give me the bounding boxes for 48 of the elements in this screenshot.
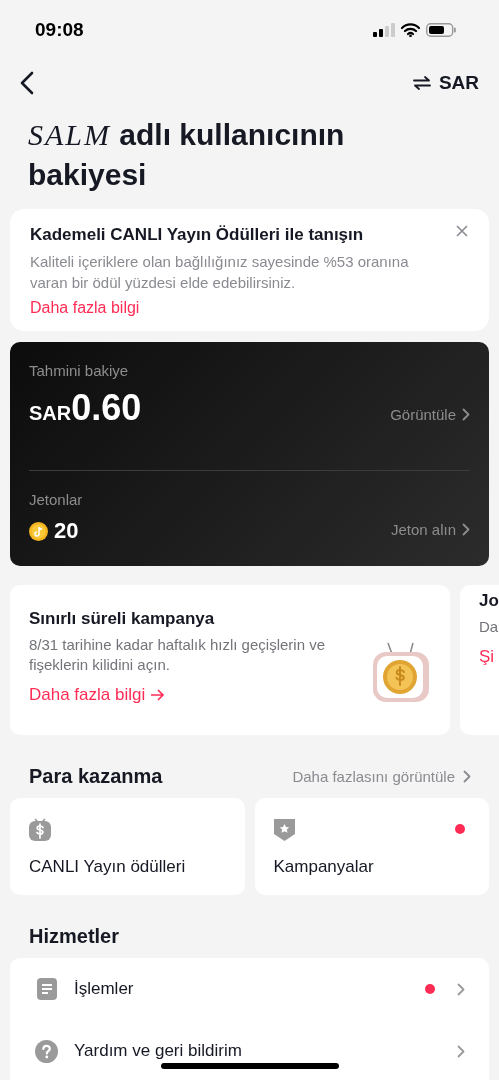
chevron-right-icon — [462, 408, 470, 421]
chevron-right-icon — [462, 523, 470, 536]
banner-text: Kaliteli içeriklere olan bağlılığınız sayesinde %53 oranına varan bir ödül yüzdesi elde edebilirsiniz. — [30, 252, 410, 293]
feature-tile[interactable]: Kampanyalar — [254, 798, 489, 895]
service-row[interactable]: Yardım ve geri bildirim — [10, 1020, 489, 1080]
banner-title: Kademeli CANLI Yayın Ödülleri ile tanışın — [30, 225, 365, 245]
status-time: 09:08 — [35, 19, 84, 41]
promo-card[interactable]: Jo Da Şi — [460, 585, 499, 735]
tile-label: Kampanyalar — [273, 857, 374, 877]
promo-card[interactable]: Sınırlı süreli kampanya 8/31 tarihine kadar haftalık hızlı geçişlerin ve fişeklerin kilidini açın. Daha fazla bilgi — [10, 585, 450, 735]
page-title: SALM adlı kullanıcının bakiyesi — [28, 117, 346, 193]
learn-more-link[interactable]: Daha fazla bilgi — [30, 299, 140, 317]
signal-icon — [373, 23, 395, 37]
tile-label: CANLI Yayın ödülleri — [29, 857, 186, 877]
section-title: Hizmetler — [28, 924, 121, 949]
shield-star-icon — [273, 818, 295, 841]
back-button[interactable] — [20, 70, 34, 95]
close-button[interactable] — [455, 225, 469, 239]
document-icon — [36, 978, 57, 1000]
chevron-right-icon — [457, 982, 465, 996]
promo-title: Sınırlı süreli kampanya — [29, 609, 216, 629]
coins-count: 20 — [54, 518, 79, 544]
promo-link[interactable]: Şi — [479, 647, 495, 667]
view-link[interactable]: Görüntüle — [390, 406, 470, 423]
chevron-right-icon — [457, 1044, 465, 1058]
arrow-right-icon — [151, 689, 166, 701]
promo-link[interactable]: Daha fazla bilgi — [29, 685, 166, 705]
help-icon — [35, 1039, 58, 1063]
promo-title: Jo — [479, 591, 499, 611]
promo-text: Da — [479, 617, 499, 637]
balance-amount: SAR0.60 — [29, 387, 142, 429]
wifi-icon — [401, 23, 420, 37]
balance-label: Tahmini bakiye — [29, 362, 130, 379]
buy-coins-link[interactable]: Jeton alın — [390, 521, 470, 538]
row-label: İşlemler — [74, 979, 135, 999]
row-label: Yardım ve geri bildirim — [74, 1041, 243, 1061]
promo-text: 8/31 tarihine kadar haftalık hızlı geçişlerin ve fişeklerin kilidini açın. — [29, 635, 326, 675]
chevron-right-icon — [463, 769, 471, 783]
service-row[interactable]: İşlemler — [10, 958, 489, 1020]
feature-tile[interactable]: CANLI Yayın ödülleri — [10, 798, 245, 895]
coin-icon — [29, 521, 48, 541]
swap-icon — [412, 75, 431, 90]
coins-label: Jetonlar — [29, 491, 84, 508]
battery-icon — [426, 23, 456, 37]
money-icon — [29, 818, 51, 841]
section-title: Para kazanma — [29, 764, 163, 788]
currency-switch-button[interactable]: SAR — [412, 71, 479, 94]
coin-tv-drawing — [372, 640, 430, 704]
